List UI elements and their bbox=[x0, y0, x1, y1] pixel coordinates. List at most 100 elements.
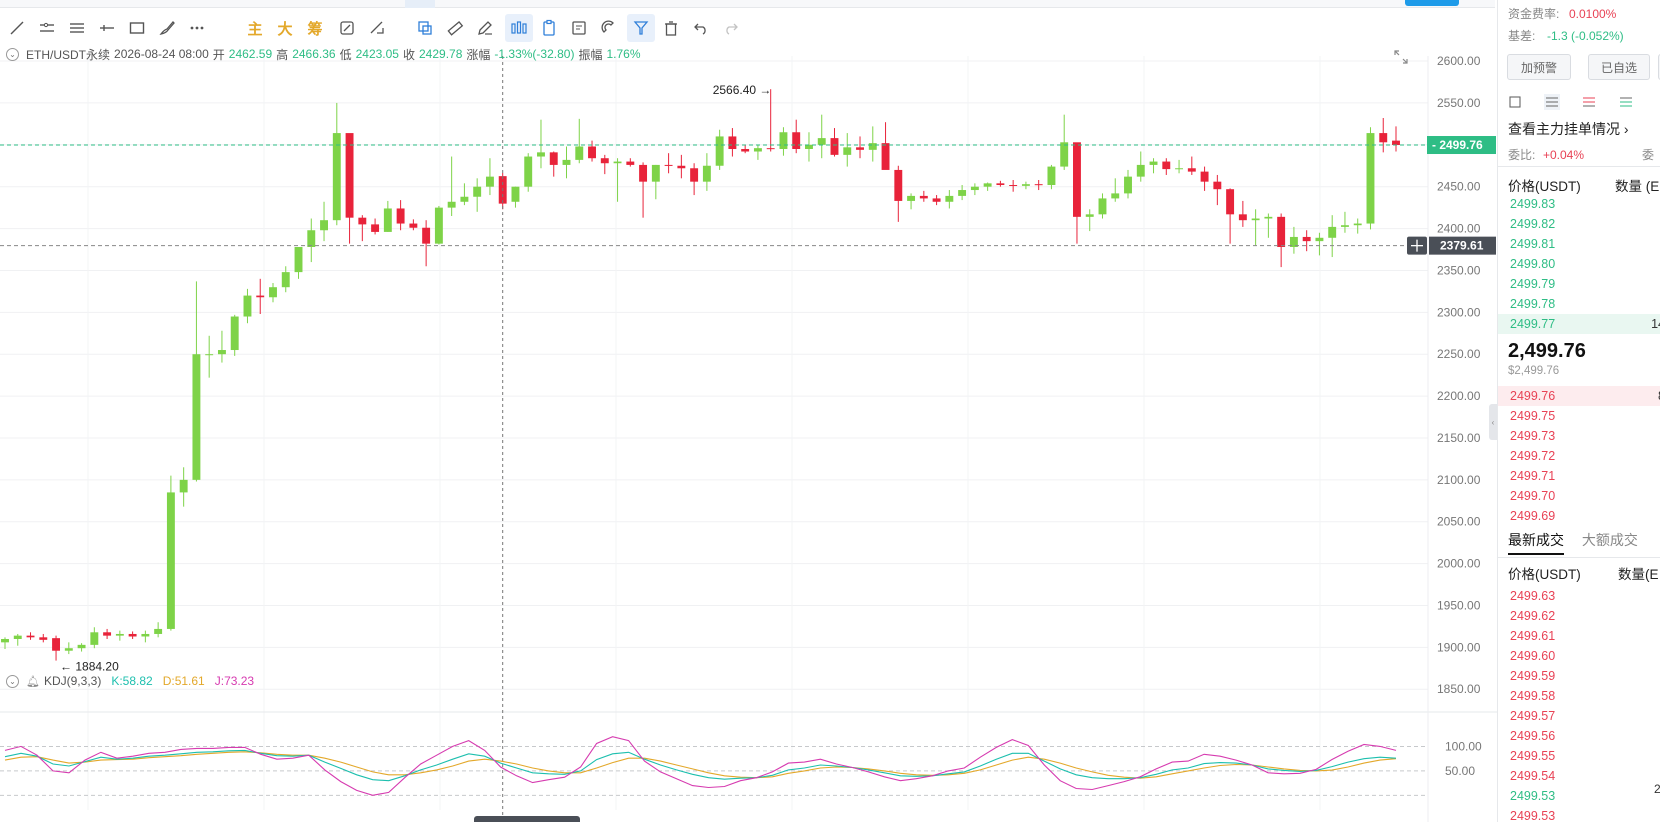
add-alert-button[interactable]: 加预警 bbox=[1507, 54, 1571, 80]
mainforce-orders-link[interactable]: 查看主力挂单情况 › bbox=[1508, 119, 1629, 139]
trade-row: 2499.62 bbox=[1498, 606, 1660, 626]
candle-body bbox=[77, 644, 86, 649]
candle-body bbox=[90, 632, 99, 645]
price-chart[interactable]: 2600.002550.002500.002450.002400.002350.… bbox=[0, 0, 1497, 822]
candle-body bbox=[511, 186, 520, 202]
trade-row: 2499.54 bbox=[1498, 766, 1660, 786]
trading-app: 主 大 筹 2600.002550.002500.002450.002400.0… bbox=[0, 0, 1660, 822]
ask-price: 2499.80 bbox=[1510, 257, 1556, 271]
candle-body bbox=[537, 152, 545, 157]
bid-row[interactable]: 2499.73 bbox=[1498, 426, 1660, 446]
basis-row: 基差: -1.3 (-0.052%) bbox=[1508, 27, 1624, 44]
candle-body bbox=[919, 195, 928, 199]
bell-icon[interactable]: 🔔︎ bbox=[26, 675, 40, 688]
candle-body bbox=[958, 190, 967, 196]
candle-datetime: 2026-08-24 08:00 bbox=[114, 47, 209, 61]
trade-price: 2499.56 bbox=[1510, 729, 1556, 743]
y-axis-tick-label: 2250.00 bbox=[1437, 347, 1481, 361]
ask-row[interactable]: 2499.82 bbox=[1498, 214, 1660, 234]
ask-row[interactable]: 2499.79 bbox=[1498, 274, 1660, 294]
y-axis-tick-label: 1950.00 bbox=[1437, 598, 1481, 612]
candle-body bbox=[52, 638, 61, 651]
candle-body bbox=[320, 220, 328, 231]
candle-body bbox=[626, 161, 635, 165]
candle-body bbox=[371, 224, 380, 232]
kdj-k-line bbox=[4, 749, 1397, 782]
bid-price: 2499.71 bbox=[1510, 469, 1556, 483]
candle-body bbox=[332, 133, 341, 221]
candle-body bbox=[715, 136, 724, 166]
ask-row[interactable]: 2499.83 bbox=[1498, 194, 1660, 214]
orderbook-bids-icon[interactable] bbox=[1618, 94, 1634, 110]
ask-row[interactable]: 2499.81 bbox=[1498, 234, 1660, 254]
last-price: 2,499.76 bbox=[1508, 340, 1586, 362]
y-axis-tick-label: 2050.00 bbox=[1437, 515, 1481, 529]
ask-row[interactable]: 2499.80 bbox=[1498, 254, 1660, 274]
ask-row[interactable]: 2499.77 14 bbox=[1498, 314, 1660, 334]
trade-row: 2499.63 bbox=[1498, 586, 1660, 606]
trade-qty-fragment: 2 bbox=[1654, 782, 1660, 796]
watchlist-button[interactable]: 已自选 bbox=[1588, 54, 1650, 80]
trade-price: 2499.62 bbox=[1510, 609, 1556, 623]
candle-body bbox=[1353, 223, 1362, 226]
order-book-panel: 资金费率: 0.0100% 基差: -1.3 (-0.052%) 加预警 已自选… bbox=[1497, 0, 1660, 822]
ask-row[interactable]: 2499.78 bbox=[1498, 294, 1660, 314]
candle-body bbox=[1277, 216, 1286, 247]
close-label: 收 bbox=[402, 47, 415, 62]
orderbook-split-icon[interactable] bbox=[1544, 94, 1560, 110]
candle-body bbox=[817, 138, 826, 145]
candle-body bbox=[1, 638, 9, 643]
orderbook-both-icon[interactable] bbox=[1508, 94, 1524, 110]
candle-body bbox=[1034, 184, 1043, 186]
candle-body bbox=[26, 635, 35, 638]
time-scrollbar-thumb[interactable] bbox=[474, 816, 580, 822]
ask-price: 2499.83 bbox=[1510, 197, 1556, 211]
bid-row[interactable]: 2499.71 bbox=[1498, 466, 1660, 486]
candle-body bbox=[1213, 181, 1222, 190]
trade-price: 2499.63 bbox=[1510, 589, 1556, 603]
panel-collapse-handle[interactable]: ‹ bbox=[1489, 404, 1497, 440]
bid-row[interactable]: 2499.69 bbox=[1498, 506, 1660, 526]
candle-body bbox=[358, 217, 367, 225]
candle-body bbox=[1136, 164, 1145, 177]
bid-row[interactable]: 2499.72 bbox=[1498, 446, 1660, 466]
candle-body bbox=[1124, 176, 1132, 194]
candle-body bbox=[409, 223, 418, 228]
candle-body bbox=[753, 148, 762, 152]
trade-row: 2499.55 bbox=[1498, 746, 1660, 766]
candle-body bbox=[728, 136, 737, 149]
bid-row[interactable]: 2499.75 bbox=[1498, 406, 1660, 426]
fullscreen-icon[interactable] bbox=[1392, 48, 1410, 66]
y-axis-tick-label: 2150.00 bbox=[1437, 431, 1481, 445]
candle-body bbox=[1226, 189, 1235, 215]
tab-latest-trades[interactable]: 最新成交 bbox=[1508, 532, 1564, 555]
bid-row[interactable]: 2499.768 bbox=[1498, 386, 1660, 406]
kdj-d-line bbox=[4, 751, 1397, 779]
kdj-d-value: D:51.61 bbox=[162, 674, 205, 688]
bid-price: 2499.75 bbox=[1510, 409, 1556, 423]
kdj-tick-label: 100.00 bbox=[1445, 739, 1482, 753]
candle-body bbox=[996, 183, 1005, 186]
candle-body bbox=[166, 492, 175, 629]
candle-body bbox=[1187, 168, 1196, 172]
collapse-icon[interactable]: ⌄ bbox=[6, 674, 19, 688]
candle-body bbox=[664, 164, 673, 166]
candle-body bbox=[1238, 214, 1247, 221]
candle-body bbox=[894, 169, 903, 201]
tab-large-trades[interactable]: 大额成交 bbox=[1582, 532, 1638, 548]
candle-body bbox=[141, 633, 150, 637]
orderbook-asks-icon[interactable] bbox=[1581, 94, 1597, 110]
candle-body bbox=[1162, 161, 1171, 170]
candle-body bbox=[269, 287, 277, 298]
collapse-icon[interactable]: ⌄ bbox=[6, 47, 19, 61]
y-axis-tick-label: 1850.00 bbox=[1437, 682, 1481, 696]
trade-row: 2499.58 bbox=[1498, 686, 1660, 706]
trade-price: 2499.59 bbox=[1510, 669, 1556, 683]
candle-body bbox=[1392, 140, 1400, 146]
bid-row[interactable]: 2499.70 bbox=[1498, 486, 1660, 506]
divider bbox=[1498, 557, 1660, 558]
y-axis-tick-label: 2600.00 bbox=[1437, 54, 1481, 68]
candle-body bbox=[422, 227, 431, 244]
ask-price: 2499.82 bbox=[1510, 217, 1556, 231]
candle-body bbox=[1047, 166, 1056, 186]
